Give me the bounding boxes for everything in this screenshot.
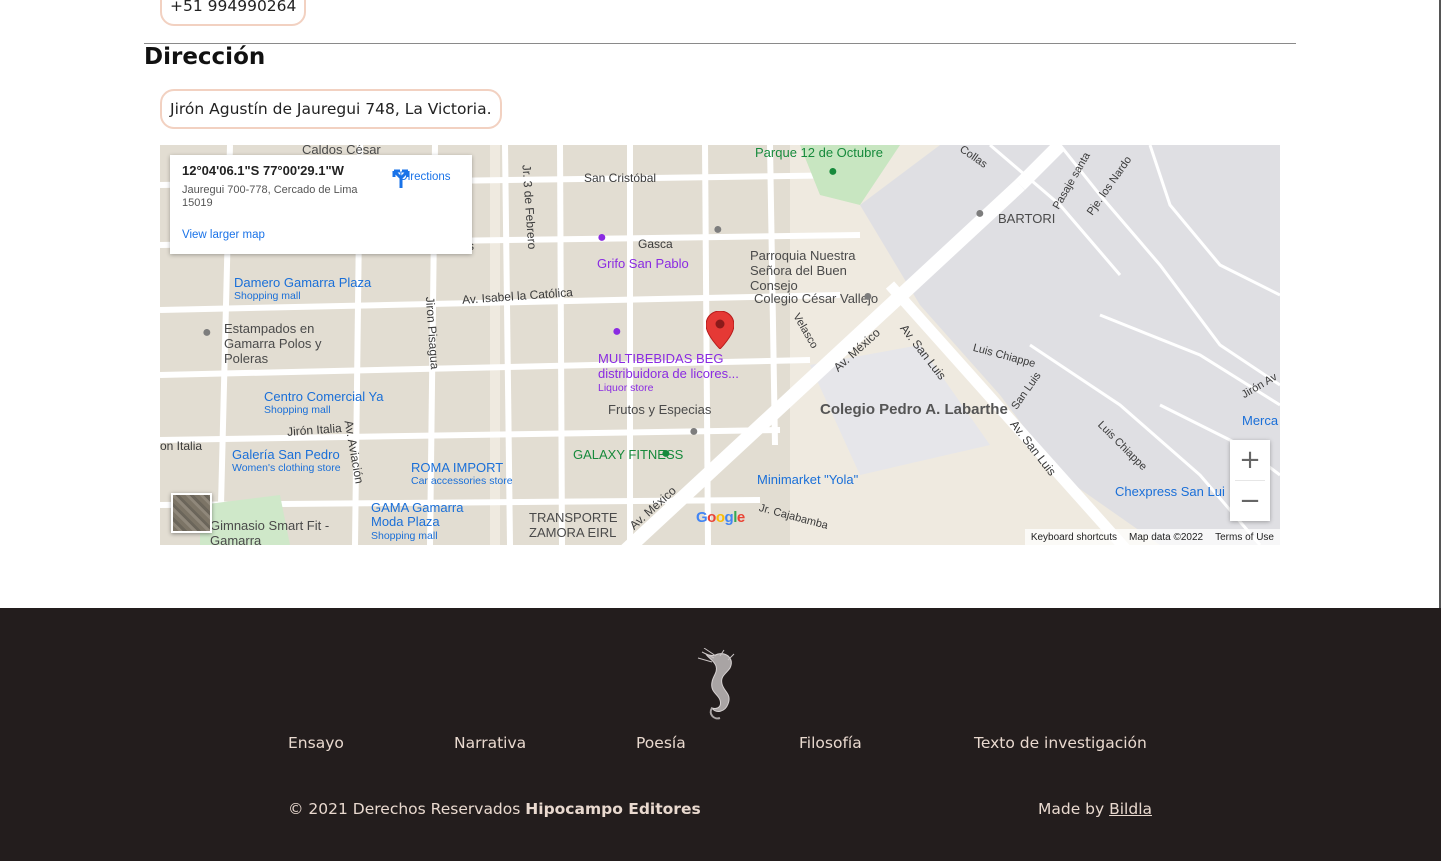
poi-damero-category: Shopping mall [234,290,301,302]
poi-multibebidas[interactable]: MULTIBEBIDAS BEG distribuidora de licore… [598,351,758,396]
satellite-view-toggle[interactable] [171,493,212,533]
phone-field: +51 994990264 [160,0,307,26]
keyboard-shortcuts-link[interactable]: Keyboard shortcuts [1031,532,1117,543]
view-larger-map-link[interactable]: View larger map [182,229,265,241]
made-by-prefix: Made by [1037,800,1105,818]
poi-centro-category: Shopping mall [264,404,331,416]
school-marker-icon[interactable]: ● [863,288,873,306]
poi-chexpress[interactable]: Chexpress San Lui [1115,484,1225,499]
poi-galeria-category: Women's clothing store [232,462,341,474]
section-divider [144,43,1296,44]
poi-gama-gamarra[interactable]: GAMA Gamarra Moda Plaza Shopping mall [371,501,481,543]
address-section-title: Dirección [144,44,266,70]
frutos-marker-icon[interactable]: ● [689,423,699,441]
street-san-cristobal: San Cristóbal [584,171,657,185]
poi-gama-category: Shopping mall [371,530,438,542]
poi-bartori[interactable]: BARTORI [998,211,1055,226]
terms-of-use-link[interactable]: Terms of Use [1215,532,1274,543]
poi-centro-name: Centro Comercial Ya [264,389,384,404]
poi-multibebidas-category: Liquor store [598,382,654,394]
info-address-text: Jauregui 700-778, Cercado de Lima 15019 [182,184,358,209]
copyright-text: © 2021 Derechos Reservados Hipocampo Edi… [288,800,701,818]
seahorse-logo-icon[interactable] [694,648,746,720]
poi-mercado[interactable]: Merca [1242,413,1278,428]
address-field: Jirón Agustín de Jauregui 748, La Victor… [160,89,502,129]
location-pin-icon[interactable] [706,311,734,349]
liquor-marker-icon[interactable]: ● [612,323,622,341]
copyright-prefix: © 2021 Derechos Reservados [288,800,521,818]
poi-parroquia[interactable]: Parroquia Nuestra Señora del Buen Consej… [750,248,890,293]
poi-transporte-zamora[interactable]: TRANSPORTE ZAMORA EIRL [529,510,639,540]
estampados-marker-icon[interactable]: ● [202,324,212,342]
map-info-card: 12°04'06.1"S 77°00'29.1"W Jauregui 700-7… [170,155,472,254]
gas-marker-icon[interactable]: ● [597,229,607,247]
nav-link-poesia[interactable]: Poesía [636,734,686,752]
zoom-controls: + − [1230,440,1270,521]
nav-link-texto-investigacion[interactable]: Texto de investigación [974,734,1147,752]
poi-galeria-name: Galería San Pedro [232,447,340,462]
poi-damero-name: Damero Gamarra Plaza [234,275,372,290]
poi-multibebidas-name: MULTIBEBIDAS BEG distribuidora de licore… [598,351,739,381]
poi-colegio-pedro-labarthe[interactable]: Colegio Pedro A. Labarthe [820,401,1008,418]
poi-frutos-especias[interactable]: Frutos y Especias [608,402,711,417]
address-text: Jirón Agustín de Jauregui 748, La Victor… [170,100,492,118]
directions-icon [392,169,410,188]
gym-marker-icon[interactable]: ● [661,445,671,463]
nav-link-narrativa[interactable]: Narrativa [454,734,526,752]
nav-link-filosofia[interactable]: Filosofía [799,734,862,752]
nav-link-ensayo[interactable]: Ensayo [288,734,344,752]
bartori-marker-icon[interactable]: ● [975,205,985,223]
poi-gama-name: GAMA Gamarra Moda Plaza [371,500,464,529]
brand-name: Hipocampo Editores [525,800,701,818]
poi-colegio-cesar-vallejo[interactable]: Colegio César Vallejo [754,291,878,306]
poi-centro-comercial[interactable]: Centro Comercial Ya Shopping mall [264,389,383,416]
map-data-text: Map data ©2022 [1129,531,1204,543]
street-on-italia: on Italia [160,439,203,453]
google-logo: Google [696,509,745,526]
site-footer: Ensayo Narrativa Poesía Filosofía Texto … [0,608,1441,861]
poi-damero-gamarra[interactable]: Damero Gamarra Plaza Shopping mall [234,275,371,302]
zoom-out-button[interactable]: − [1230,481,1270,521]
map-attribution-bar: Keyboard shortcuts Map data ©2022 Terms … [1024,529,1280,545]
zoom-in-button[interactable]: + [1230,440,1270,480]
park-marker-icon[interactable]: ● [828,163,838,181]
poi-gimnasio-smart-fit[interactable]: Gimnasio Smart Fit - Gamarra [210,518,330,545]
phone-text: +51 994990264 [170,0,297,15]
street-gasca: Gasca [638,237,673,251]
poi-galeria-san-pedro[interactable]: Galería San Pedro Women's clothing store [232,447,341,474]
poi-minimarket-yola[interactable]: Minimarket "Yola" [757,472,858,487]
directions-button[interactable]: Directions [390,167,460,188]
poi-roma-category: Car accessories store [411,475,513,487]
made-by-text: Made by Bildla [1038,800,1152,818]
poi-estampados[interactable]: Estampados en Gamarra Polos y Poleras [224,321,354,366]
embedded-map[interactable]: San Cristóbal Gasca Jr. 3 de Febrero Av.… [160,145,1280,545]
poi-grifo-san-pablo[interactable]: Grifo San Pablo [597,256,689,271]
church-marker-icon[interactable]: ● [713,221,723,239]
poi-roma-import[interactable]: ROMA IMPORT Car accessories store [411,460,513,487]
poi-parque-12-octubre[interactable]: Parque 12 de Octubre [755,145,883,160]
poi-roma-name: ROMA IMPORT [411,460,504,475]
bildla-link[interactable]: Bildla [1109,800,1152,818]
